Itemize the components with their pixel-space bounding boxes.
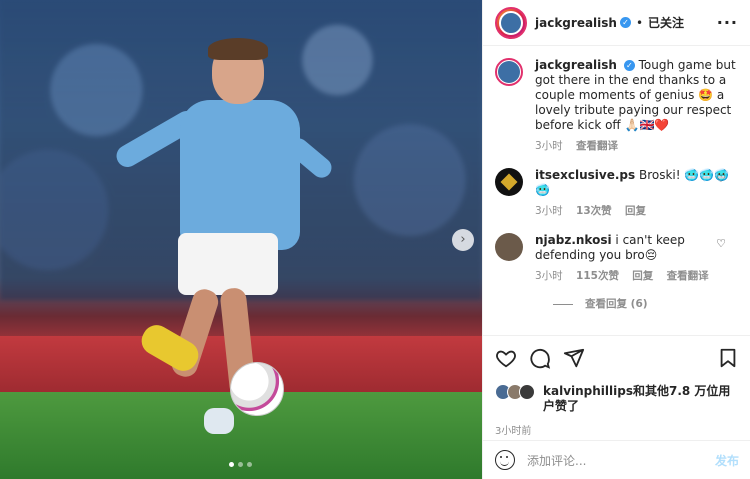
share-icon[interactable] xyxy=(563,347,585,369)
caption-time: 3小时 xyxy=(535,140,563,152)
profile-avatar[interactable] xyxy=(495,6,527,39)
caption-row: jackgrealish ✓ Tough game but got there … xyxy=(495,58,738,154)
comment-icon[interactable] xyxy=(529,347,551,369)
see-translation-button[interactable]: 查看翻译 xyxy=(667,270,709,282)
liker-avatars xyxy=(495,384,535,400)
view-replies-button[interactable]: 查看回复 (6) xyxy=(553,296,738,311)
comment-input[interactable]: 添加评论... xyxy=(527,452,586,469)
post-photo[interactable]: › xyxy=(0,0,482,479)
see-translation-button[interactable]: 查看翻译 xyxy=(576,140,618,152)
carousel-dot xyxy=(238,462,243,467)
football xyxy=(230,362,284,416)
player-shirt xyxy=(180,100,300,250)
reply-button[interactable]: 回复 xyxy=(625,205,646,217)
comments-list: jackgrealish ✓ Tough game but got there … xyxy=(483,46,750,332)
following-button[interactable]: 已关注 xyxy=(648,14,684,31)
header-username[interactable]: jackgrealish xyxy=(535,16,617,30)
liker-avatar xyxy=(519,384,535,400)
verified-badge-icon: ✓ xyxy=(623,60,635,71)
comment-like-heart-icon[interactable]: ♡ xyxy=(716,172,726,185)
caption-avatar[interactable] xyxy=(495,58,523,86)
reply-button[interactable]: 回复 xyxy=(632,270,653,282)
player-shorts xyxy=(178,233,278,295)
player-hair xyxy=(208,38,268,60)
instagram-post-view: › jackgrealish ✓ • 已关注 ··· jackgrealish … xyxy=(0,0,750,479)
carousel-dot-active xyxy=(229,462,234,467)
comment-time: 3小时 xyxy=(535,205,563,217)
more-options-icon[interactable]: ··· xyxy=(717,13,738,32)
carousel-indicator xyxy=(229,462,252,467)
comment-row: njabz.nkosi i can't keep defending you b… xyxy=(495,233,738,284)
likes-summary[interactable]: kalvinphillips和其他7.8 万位用户赞了 xyxy=(495,384,739,414)
verified-badge-icon: ✓ xyxy=(619,17,631,28)
bookmark-icon[interactable] xyxy=(717,347,739,369)
emoji-icon[interactable] xyxy=(495,450,515,470)
comment-avatar[interactable] xyxy=(495,233,523,261)
comment-like-heart-icon[interactable]: ♡ xyxy=(716,237,726,250)
heart-icon[interactable] xyxy=(495,347,517,369)
likes-text[interactable]: kalvinphillips和其他7.8 万位用户赞了 xyxy=(543,384,739,414)
publish-button[interactable]: 发布 xyxy=(715,452,739,469)
comment-username[interactable]: njabz.nkosi xyxy=(535,233,612,247)
comment-time: 3小时 xyxy=(535,270,563,282)
comment-composer: 添加评论... 发布 xyxy=(483,440,750,479)
next-slide-button[interactable]: › xyxy=(452,229,474,251)
caption-username[interactable]: jackgrealish xyxy=(535,58,617,72)
chevron-right-icon: › xyxy=(460,232,466,247)
header-separator: • xyxy=(635,15,644,30)
comment-row: itsexclusive.ps Broski! 🥶🥶🥶🥶 3小时 13次赞 回复… xyxy=(495,168,738,219)
comment-avatar[interactable] xyxy=(495,168,523,196)
post-side-panel: jackgrealish ✓ • 已关注 ··· jackgrealish ✓ … xyxy=(482,0,750,479)
carousel-dot xyxy=(247,462,252,467)
comment-username[interactable]: itsexclusive.ps xyxy=(535,168,635,182)
player-right-boot xyxy=(204,408,234,434)
comment-likes[interactable]: 13次赞 xyxy=(576,205,612,217)
comment-likes[interactable]: 115次赞 xyxy=(576,270,619,282)
post-actions: kalvinphillips和其他7.8 万位用户赞了 3小时前 xyxy=(483,335,750,437)
player-figure xyxy=(100,38,340,448)
post-header: jackgrealish ✓ • 已关注 ··· xyxy=(483,0,750,46)
post-timestamp: 3小时前 xyxy=(495,426,532,437)
